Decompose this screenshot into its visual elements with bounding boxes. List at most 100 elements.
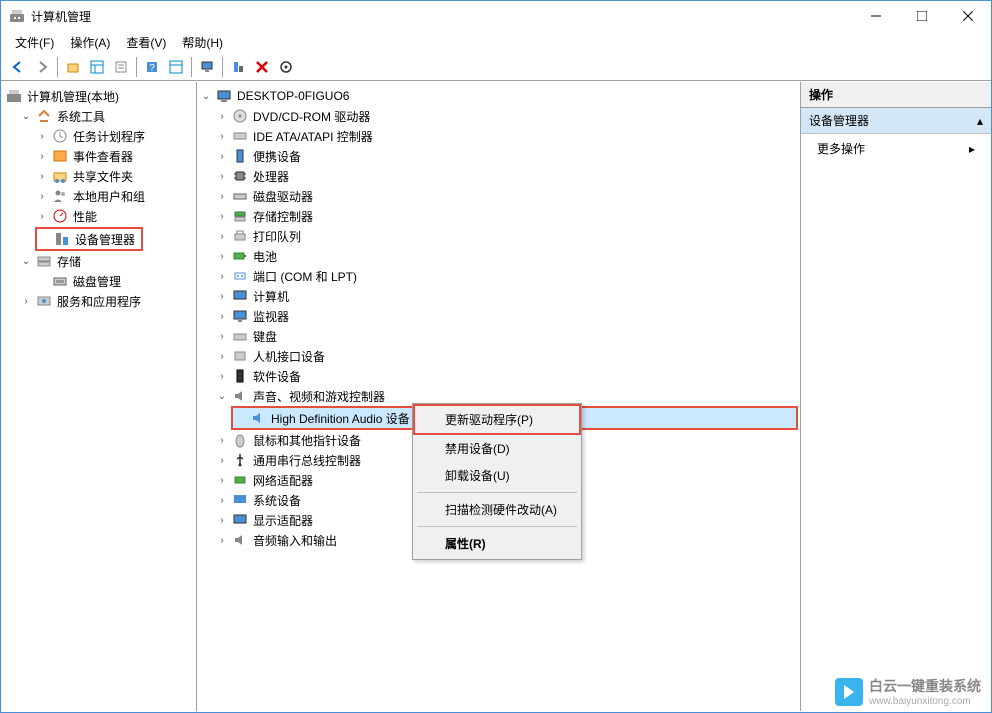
cpu-icon <box>232 168 248 184</box>
expander-icon[interactable]: › <box>35 211 49 222</box>
watermark-logo-icon <box>835 678 863 706</box>
props-button[interactable] <box>110 56 132 78</box>
forward-button[interactable] <box>31 56 53 78</box>
computer-mgmt-icon <box>6 88 22 104</box>
minimize-button[interactable] <box>853 1 899 31</box>
context-properties[interactable]: 属性(R) <box>415 530 579 557</box>
perf-icon <box>52 208 68 224</box>
system-icon <box>232 492 248 508</box>
device-cpu[interactable]: ›处理器 <box>215 166 798 186</box>
battery-icon <box>232 248 248 264</box>
tree-performance[interactable]: ›性能 <box>35 206 194 226</box>
ports-icon <box>232 268 248 284</box>
software-icon <box>232 368 248 384</box>
expander-icon[interactable]: ⌄ <box>19 111 33 122</box>
tree-disk-mgmt[interactable]: 磁盘管理 <box>35 271 194 291</box>
tools-icon <box>36 108 52 124</box>
device-ports[interactable]: ›端口 (COM 和 LPT) <box>215 266 798 286</box>
window-controls <box>853 1 991 31</box>
back-button[interactable] <box>7 56 29 78</box>
actions-section[interactable]: 设备管理器 ▴ <box>801 108 991 134</box>
clock-icon <box>52 128 68 144</box>
tree-services-apps[interactable]: › 服务和应用程序 <box>19 291 194 311</box>
folder-share-icon <box>52 168 68 184</box>
menu-view[interactable]: 查看(V) <box>120 32 172 53</box>
tree-system-tools[interactable]: ⌄ 系统工具 <box>19 106 194 126</box>
disk-icon <box>52 273 68 289</box>
expander-icon[interactable]: › <box>35 191 49 202</box>
refresh-button[interactable] <box>165 56 187 78</box>
disk-drive-icon <box>232 188 248 204</box>
device-storage-ctrl[interactable]: ›存储控制器 <box>215 206 798 226</box>
context-menu: 更新驱动程序(P) 禁用设备(D) 卸载设备(U) 扫描检测硬件改动(A) 属性… <box>412 403 582 560</box>
menu-file[interactable]: 文件(F) <box>9 32 60 53</box>
device-portable[interactable]: ›便携设备 <box>215 146 798 166</box>
mouse-icon <box>232 432 248 448</box>
audio-icon <box>232 388 248 404</box>
tree-task-scheduler[interactable]: ›任务计划程序 <box>35 126 194 146</box>
menu-help[interactable]: 帮助(H) <box>176 32 229 53</box>
device-hid[interactable]: ›人机接口设备 <box>215 346 798 366</box>
close-button[interactable] <box>945 1 991 31</box>
menu-action[interactable]: 操作(A) <box>64 32 116 53</box>
storage-icon <box>36 253 52 269</box>
device-monitor[interactable]: ›监视器 <box>215 306 798 326</box>
app-icon <box>9 8 25 24</box>
tree-local-users[interactable]: ›本地用户和组 <box>35 186 194 206</box>
device-dvd[interactable]: ›DVD/CD-ROM 驱动器 <box>215 106 798 126</box>
arrow-right-icon: ▸ <box>969 142 975 156</box>
scan-button[interactable] <box>275 56 297 78</box>
watermark-text: 白云一键重装系统 <box>869 676 981 696</box>
device-ide[interactable]: ›IDE ATA/ATAPI 控制器 <box>215 126 798 146</box>
titlebar: 计算机管理 <box>1 1 991 31</box>
device-software[interactable]: ›软件设备 <box>215 366 798 386</box>
speaker-icon <box>250 410 266 426</box>
tree-root-local[interactable]: 计算机管理(本地) <box>3 86 194 106</box>
device-disk-drives[interactable]: ›磁盘驱动器 <box>215 186 798 206</box>
portable-icon <box>232 148 248 164</box>
svg-text:?: ? <box>149 63 155 74</box>
expander-icon[interactable]: › <box>35 151 49 162</box>
network-icon <box>232 472 248 488</box>
more-actions-link[interactable]: 更多操作 ▸ <box>801 134 991 163</box>
watermark-url: www.baiyunxitong.com <box>869 696 981 707</box>
storage-ctrl-icon <box>232 208 248 224</box>
expander-icon[interactable]: › <box>35 171 49 182</box>
tree-storage[interactable]: ⌄ 存储 <box>19 251 194 271</box>
device-print-queue[interactable]: ›打印队列 <box>215 226 798 246</box>
tree-shared-folders[interactable]: ›共享文件夹 <box>35 166 194 186</box>
right-actions-pane: 操作 设备管理器 ▴ 更多操作 ▸ <box>801 82 991 711</box>
device-mgr-icon <box>54 231 70 247</box>
tree-device-manager[interactable]: 设备管理器 <box>37 229 141 249</box>
expander-icon[interactable]: › <box>35 131 49 142</box>
help-button[interactable]: ? <box>141 56 163 78</box>
separator <box>417 526 577 527</box>
expander-icon[interactable]: ⌄ <box>215 391 229 402</box>
device-root[interactable]: ⌄ DESKTOP-0FIGUO6 <box>199 86 798 106</box>
computer-icon <box>232 288 248 304</box>
hid-icon <box>232 348 248 364</box>
watermark: 白云一键重装系统 www.baiyunxitong.com <box>835 676 981 707</box>
device-computer[interactable]: ›计算机 <box>215 286 798 306</box>
tree-event-viewer[interactable]: ›事件查看器 <box>35 146 194 166</box>
device-button[interactable] <box>227 56 249 78</box>
context-uninstall[interactable]: 卸载设备(U) <box>415 462 579 489</box>
toolbar: ? <box>1 53 991 81</box>
maximize-button[interactable] <box>899 1 945 31</box>
view-button[interactable] <box>86 56 108 78</box>
expander-icon[interactable]: ⌄ <box>199 91 213 102</box>
context-disable[interactable]: 禁用设备(D) <box>415 435 579 462</box>
context-scan[interactable]: 扫描检测硬件改动(A) <box>415 496 579 523</box>
device-keyboard[interactable]: ›键盘 <box>215 326 798 346</box>
expander-icon[interactable]: › <box>19 296 33 307</box>
window-title: 计算机管理 <box>31 8 853 25</box>
delete-button[interactable] <box>251 56 273 78</box>
display-icon <box>232 512 248 528</box>
device-battery[interactable]: ›电池 <box>215 246 798 266</box>
up-button[interactable] <box>62 56 84 78</box>
expander-icon[interactable]: ⌄ <box>19 256 33 267</box>
context-update-driver[interactable]: 更新驱动程序(P) <box>415 406 579 433</box>
usb-icon <box>232 452 248 468</box>
highlighted-device-manager: 设备管理器 <box>35 227 143 251</box>
monitor-button[interactable] <box>196 56 218 78</box>
